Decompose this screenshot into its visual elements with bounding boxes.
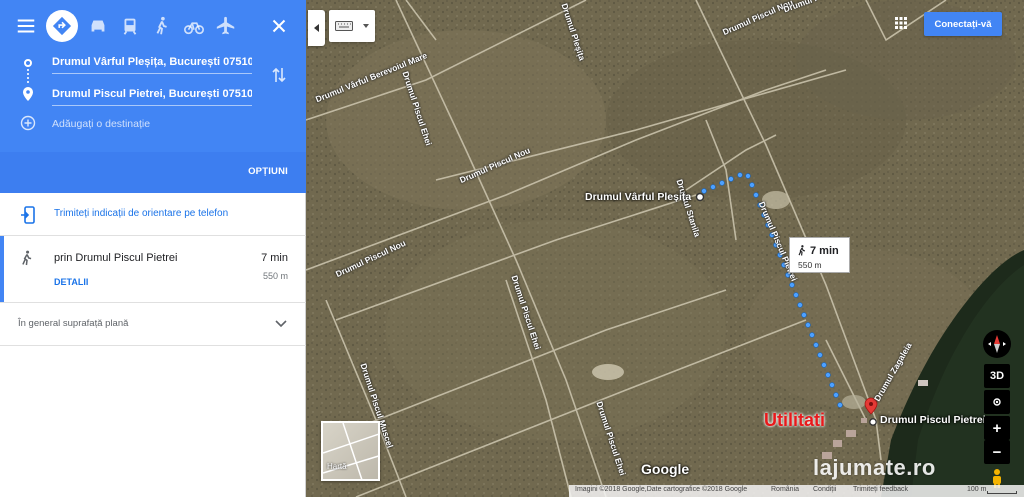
origin-input[interactable]: Drumul Vârful Pleșița, București 07510 — [52, 50, 252, 74]
directions-header: Drumul Vârful Pleșița, București 07510 D… — [0, 0, 306, 193]
imagery-credit: Imagini ©2018 Google,Date cartografice ©… — [575, 486, 748, 493]
sign-in-button[interactable]: Conectați-vă — [924, 12, 1002, 36]
selected-route-indicator — [0, 236, 4, 302]
route-distance: 550 m — [262, 271, 288, 281]
destination-pin-icon — [23, 87, 33, 101]
zoom-in-button[interactable]: + — [984, 416, 1010, 440]
destination-input[interactable]: Drumul Piscul Pietrei, București 07510 — [52, 82, 252, 106]
apps-grid-icon[interactable] — [895, 17, 907, 29]
map-type-label: Hartă — [327, 462, 347, 471]
compass-icon — [988, 335, 1006, 353]
walk-icon[interactable] — [146, 10, 178, 42]
collapse-panel-button[interactable] — [308, 10, 325, 46]
menu-icon[interactable] — [10, 10, 42, 42]
bicycle-icon[interactable] — [178, 10, 210, 42]
scale-bar — [987, 491, 1017, 494]
divider — [0, 345, 306, 346]
destination-row: Drumul Piscul Pietrei, București 07510 — [0, 78, 270, 108]
satellite-map[interactable]: Drumul Vârful Berevoiul Mare Drumul Pisc… — [306, 0, 1024, 497]
add-destination-label: Adăugați o destinație — [52, 118, 151, 130]
origin-row: Drumul Vârful Pleșița, București 07510 — [0, 46, 270, 76]
scale-label: 100 m — [967, 486, 987, 493]
maps-app: Drumul Vârful Pleșița, București 07510 D… — [0, 0, 1024, 497]
walk-icon — [798, 245, 806, 256]
destination-place-label[interactable]: Drumul Piscul Pietrei — [880, 414, 986, 426]
chevron-down-icon[interactable] — [275, 319, 287, 329]
terrain-note: În general suprafață plană — [18, 318, 129, 329]
my-location-button[interactable] — [984, 390, 1010, 414]
walk-info-box[interactable]: 7 min 550 m — [789, 237, 850, 273]
send-to-phone-label: Trimiteți indicații de orientare pe tele… — [54, 208, 229, 219]
map-thumbnail-image — [323, 423, 378, 479]
country-link[interactable]: România — [771, 486, 799, 493]
options-button[interactable]: OPȚIUNI — [248, 166, 288, 177]
map-footer: Imagini ©2018 Google,Date cartografice ©… — [569, 485, 1024, 497]
add-destination-row[interactable]: Adăugați o destinație — [0, 108, 270, 138]
route-option[interactable]: prin Drumul Piscul Pietrei 7 min 550 m D… — [0, 236, 306, 302]
add-icon — [20, 115, 36, 131]
map-type-toggle[interactable]: Hartă — [321, 421, 380, 481]
walk-time: 7 min — [810, 245, 839, 257]
zoom-out-button[interactable]: − — [984, 440, 1010, 464]
tilt-3d-button[interactable]: 3D — [984, 364, 1010, 388]
watermark: lajumate.ro — [813, 455, 936, 480]
route-details-link[interactable]: DETALII — [54, 277, 88, 287]
flight-icon[interactable] — [210, 10, 242, 42]
send-to-phone-icon — [21, 206, 35, 224]
walk-distance: 550 m — [798, 260, 822, 270]
chevron-left-icon — [313, 24, 319, 32]
terms-link[interactable]: Condiții — [813, 486, 836, 493]
feedback-link[interactable]: Trimiteți feedback — [853, 486, 908, 493]
compass-button[interactable] — [983, 330, 1011, 358]
car-icon[interactable] — [82, 10, 114, 42]
origin-dot-icon — [24, 59, 32, 67]
origin-place-label[interactable]: Drumul Vârful Pleșița — [585, 191, 691, 203]
close-icon[interactable] — [263, 10, 295, 42]
send-to-phone-row[interactable]: Trimiteți indicații de orientare pe tele… — [0, 194, 306, 235]
utilitati-annotation: Utilitati — [764, 410, 825, 430]
route-time: 7 min — [261, 252, 288, 264]
terrain-row[interactable]: În general suprafață plană — [0, 303, 306, 345]
directions-panel: Drumul Vârful Pleșița, București 07510 D… — [0, 0, 306, 497]
directions-icon[interactable] — [46, 10, 78, 42]
chevron-down-icon — [363, 24, 369, 28]
travel-mode-bar — [10, 10, 300, 42]
swap-icon[interactable] — [272, 66, 286, 84]
route-via: prin Drumul Piscul Pietrei — [54, 252, 178, 264]
walk-icon — [22, 250, 32, 266]
input-tools-button[interactable] — [329, 10, 375, 42]
google-logo: Google — [641, 461, 690, 477]
location-icon — [993, 398, 1001, 406]
keyboard-icon — [335, 21, 353, 31]
transit-icon[interactable] — [114, 10, 146, 42]
